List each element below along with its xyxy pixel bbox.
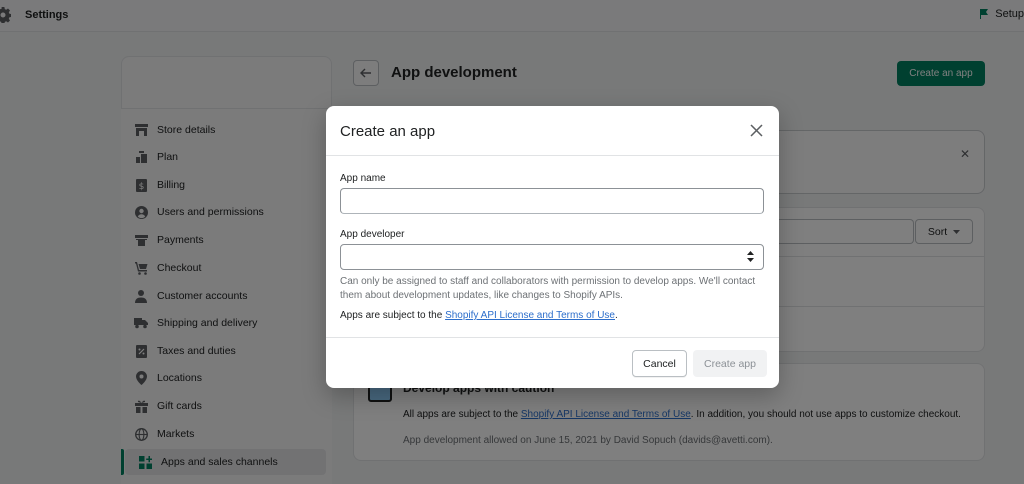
create-app-button[interactable]: Create app <box>693 350 767 377</box>
close-icon <box>749 123 763 137</box>
terms-link[interactable]: Shopify API License and Terms of Use <box>445 310 615 321</box>
modal-header: Create an app <box>326 106 779 156</box>
modal-title: Create an app <box>340 123 436 140</box>
modal-footer: Cancel Create app <box>326 337 779 388</box>
app-developer-help-text: Can only be assigned to staff and collab… <box>340 276 756 301</box>
select-arrows-icon <box>747 251 754 262</box>
app-name-input[interactable] <box>340 188 764 214</box>
app-developer-select[interactable] <box>340 244 764 270</box>
terms-text: Apps are subject to the Shopify API Lice… <box>340 310 618 321</box>
cancel-button[interactable]: Cancel <box>632 350 687 377</box>
create-app-modal: Create an app App name App developer Can… <box>326 106 779 388</box>
close-button[interactable] <box>747 121 765 139</box>
app-developer-label: App developer <box>340 229 405 240</box>
app-name-label: App name <box>340 173 386 184</box>
